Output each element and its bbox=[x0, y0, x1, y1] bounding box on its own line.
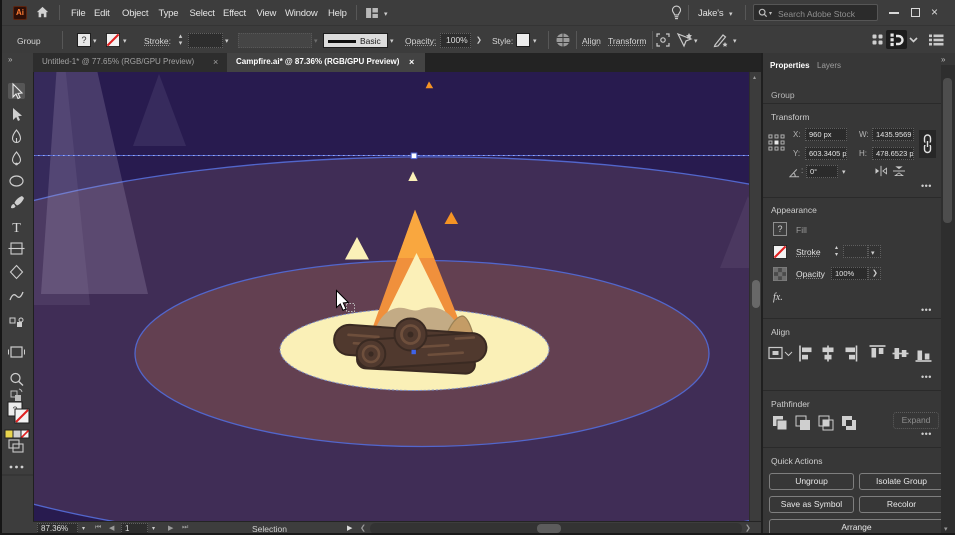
svg-text:T: T bbox=[12, 221, 21, 236]
